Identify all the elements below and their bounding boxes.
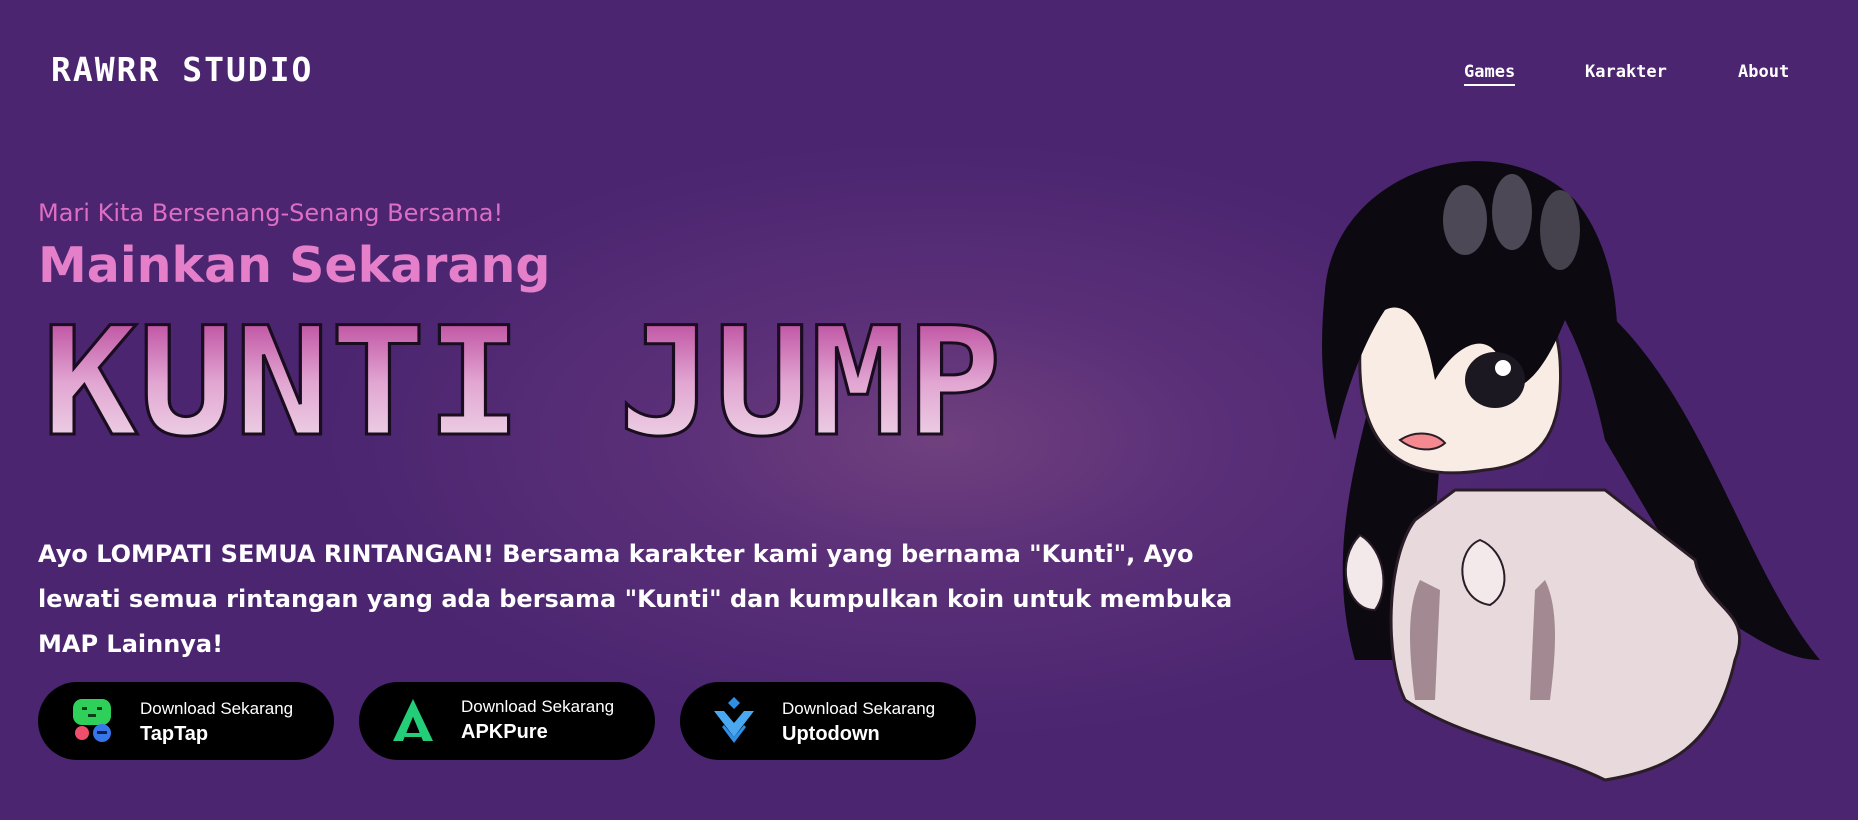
apkpure-icon [393, 699, 433, 741]
nav-karakter[interactable]: Karakter [1585, 62, 1667, 82]
hero-headline: Mainkan Sekarang [38, 237, 551, 294]
hero-tagline: Mari Kita Bersenang-Senang Bersama! [38, 199, 504, 227]
nav-games[interactable]: Games [1464, 62, 1516, 86]
kunti-character-illustration [1322, 161, 1820, 782]
download-label: Download Sekarang [140, 699, 294, 718]
store-name: APKPure [461, 721, 548, 743]
download-uptodown-button[interactable]: Download Sekarang Uptodown [680, 682, 976, 760]
download-taptap-button[interactable]: Download Sekarang TapTap [38, 682, 334, 760]
sleeve-left [1410, 580, 1440, 700]
hero-description: Ayo LOMPATI SEMUA RINTANGAN! Bersama kar… [38, 540, 1233, 658]
nav-about[interactable]: About [1738, 62, 1789, 82]
game-title-logo: KUNTI JUMP [41, 320, 1004, 450]
eye [1465, 352, 1525, 408]
store-name: TapTap [140, 723, 209, 745]
eye-highlight [1495, 360, 1511, 376]
store-name: Uptodown [782, 723, 880, 745]
hair-shine [1443, 185, 1487, 255]
hair-shine [1492, 174, 1532, 250]
download-apkpure-button[interactable]: Download Sekarang APKPure [359, 682, 655, 760]
uptodown-icon [714, 697, 754, 743]
main-nav: Games Karakter About [0, 62, 1858, 92]
download-label: Download Sekarang [461, 697, 615, 716]
game-title-text: KUNTI JUMP [42, 320, 1002, 450]
download-label: Download Sekarang [782, 699, 936, 718]
taptap-icon [73, 699, 111, 742]
hair-shine [1540, 190, 1580, 270]
